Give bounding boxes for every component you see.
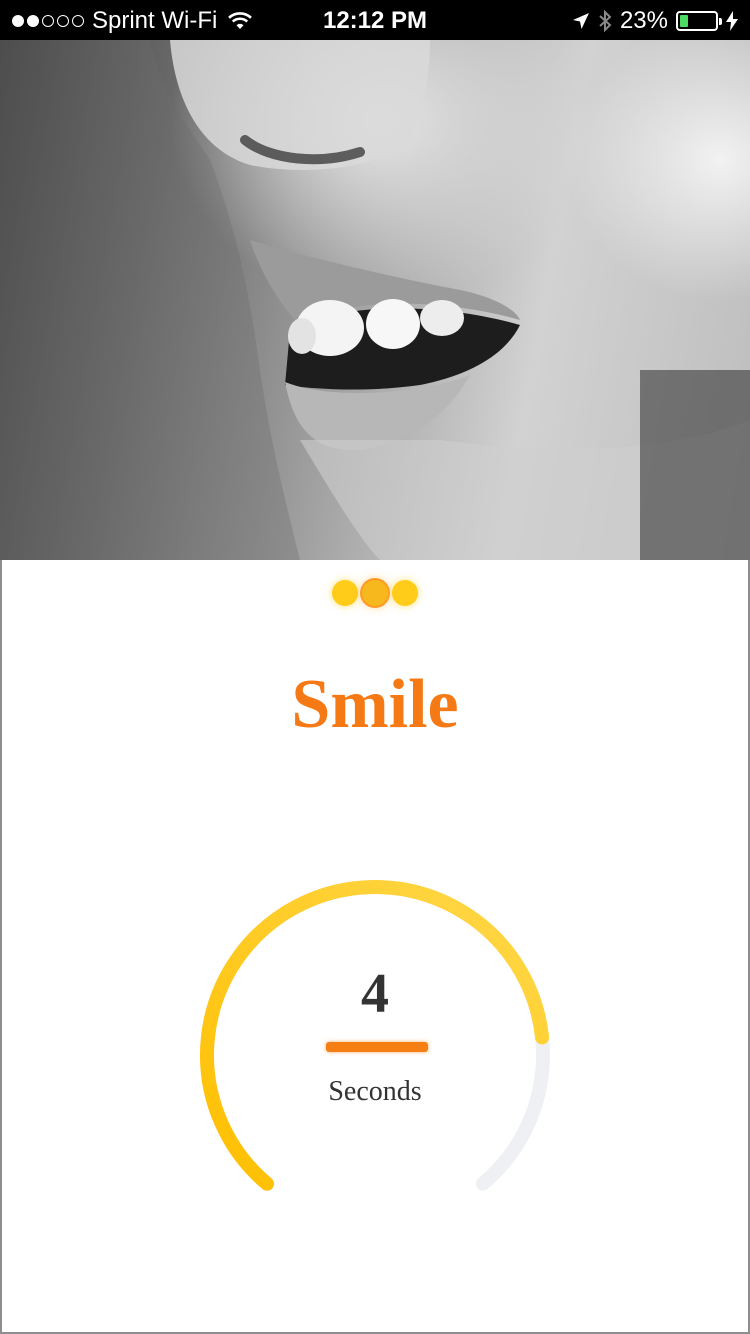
page-dot[interactable] xyxy=(392,580,418,606)
countdown-timer: 4 Seconds xyxy=(190,870,560,1200)
signal-dot xyxy=(27,15,39,27)
mouth-illustration xyxy=(0,40,750,560)
signal-strength-icon xyxy=(12,15,84,27)
battery-icon xyxy=(676,11,722,31)
location-arrow-icon xyxy=(572,13,589,29)
carrier-name: Sprint Wi-Fi xyxy=(92,7,218,34)
signal-dot xyxy=(42,15,54,27)
page-indicator xyxy=(0,580,750,606)
status-bar: Sprint Wi-Fi 12:12 PM 23% xyxy=(0,0,750,40)
timer-unit-label: Seconds xyxy=(328,1076,422,1107)
timer-arc xyxy=(200,880,550,1191)
timer-arc-progress xyxy=(200,880,550,1191)
battery-percent: 23% xyxy=(619,7,668,34)
page-dot-active[interactable] xyxy=(362,580,388,606)
exercise-title: Smile xyxy=(291,666,459,743)
timer-divider-bar xyxy=(326,1042,428,1052)
page-dot[interactable] xyxy=(332,580,358,606)
bluetooth-icon xyxy=(599,10,612,32)
signal-dot xyxy=(12,15,24,27)
status-right: 23% xyxy=(572,7,738,35)
wifi-icon xyxy=(228,12,253,29)
timer-seconds-value: 4 xyxy=(361,963,389,1025)
battery-fill xyxy=(680,15,688,27)
signal-dot xyxy=(72,15,84,27)
charging-bolt-icon xyxy=(726,11,738,31)
frame-left-edge xyxy=(0,560,2,1334)
signal-dot xyxy=(57,15,69,27)
status-left: Sprint Wi-Fi xyxy=(12,7,253,35)
smiling-mouth-photo xyxy=(0,40,750,560)
